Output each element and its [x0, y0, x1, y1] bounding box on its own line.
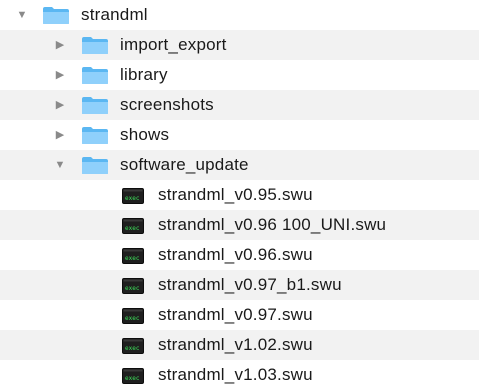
disclosure-triangle-collapsed-icon[interactable]: ▶ — [52, 30, 68, 60]
tree-row-file[interactable]: exec strandml_v0.96 100_UNI.swu — [0, 210, 479, 240]
terminal-executable-icon: exec — [122, 248, 144, 264]
tree-row-label: strandml_v1.02.swu — [158, 335, 313, 354]
tree-row-label: strandml_v1.03.swu — [158, 365, 313, 384]
folder-icon — [82, 67, 108, 84]
tree-row-file[interactable]: exec strandml_v0.97_b1.swu — [0, 270, 479, 300]
tree-row-software-update[interactable]: ▼ software_update — [0, 150, 479, 180]
disclosure-triangle-collapsed-icon[interactable]: ▶ — [52, 60, 68, 90]
tree-row-label: shows — [120, 125, 170, 144]
tree-row-label: strandml_v0.95.swu — [158, 185, 313, 204]
disclosure-triangle-expanded-icon[interactable]: ▼ — [52, 150, 68, 180]
tree-row-label: library — [120, 65, 168, 84]
terminal-executable-icon: exec — [122, 338, 144, 354]
tree-row-label: strandml_v0.96.swu — [158, 245, 313, 264]
tree-row-library[interactable]: ▶ library — [0, 60, 479, 90]
tree-row-label: strandml_v0.96 100_UNI.swu — [158, 215, 387, 234]
svg-text:exec: exec — [125, 225, 140, 232]
tree-row-file[interactable]: exec strandml_v1.03.swu — [0, 360, 479, 388]
tree-row-label: strandml_v0.97.swu — [158, 305, 313, 324]
tree-row-label: software_update — [120, 155, 249, 174]
tree-row-shows[interactable]: ▶ shows — [0, 120, 479, 150]
svg-text:exec: exec — [125, 375, 140, 382]
tree-row-label: strandml_v0.97_b1.swu — [158, 275, 342, 294]
tree-row-screenshots[interactable]: ▶ screenshots — [0, 90, 479, 120]
svg-text:exec: exec — [125, 285, 140, 292]
folder-icon — [43, 7, 69, 24]
folder-icon — [82, 97, 108, 114]
disclosure-triangle-collapsed-icon[interactable]: ▶ — [52, 120, 68, 150]
tree-row-file[interactable]: exec strandml_v0.95.swu — [0, 180, 479, 210]
tree-row-file[interactable]: exec strandml_v0.97.swu — [0, 300, 479, 330]
svg-text:exec: exec — [125, 255, 140, 262]
svg-text:exec: exec — [125, 315, 140, 322]
terminal-executable-icon: exec — [122, 218, 144, 234]
disclosure-triangle-expanded-icon[interactable]: ▼ — [14, 0, 30, 30]
folder-icon — [82, 157, 108, 174]
tree-row-label: import_export — [120, 35, 227, 54]
terminal-executable-icon: exec — [122, 308, 144, 324]
tree-row-label: strandml — [81, 5, 148, 24]
disclosure-triangle-collapsed-icon[interactable]: ▶ — [52, 90, 68, 120]
tree-row-file[interactable]: exec strandml_v0.96.swu — [0, 240, 479, 270]
tree-row-strandml[interactable]: ▼ strandml — [0, 0, 479, 30]
tree-row-label: screenshots — [120, 95, 214, 114]
folder-icon — [82, 37, 108, 54]
folder-icon — [82, 127, 108, 144]
svg-text:exec: exec — [125, 195, 140, 202]
tree-row-import-export[interactable]: ▶ import_export — [0, 30, 479, 60]
terminal-executable-icon: exec — [122, 278, 144, 294]
tree-row-file[interactable]: exec strandml_v1.02.swu — [0, 330, 479, 360]
terminal-executable-icon: exec — [122, 188, 144, 204]
svg-text:exec: exec — [125, 345, 140, 352]
terminal-executable-icon: exec — [122, 368, 144, 384]
file-tree: ▼ strandml ▶ import_export ▶ library ▶ s… — [0, 0, 479, 388]
